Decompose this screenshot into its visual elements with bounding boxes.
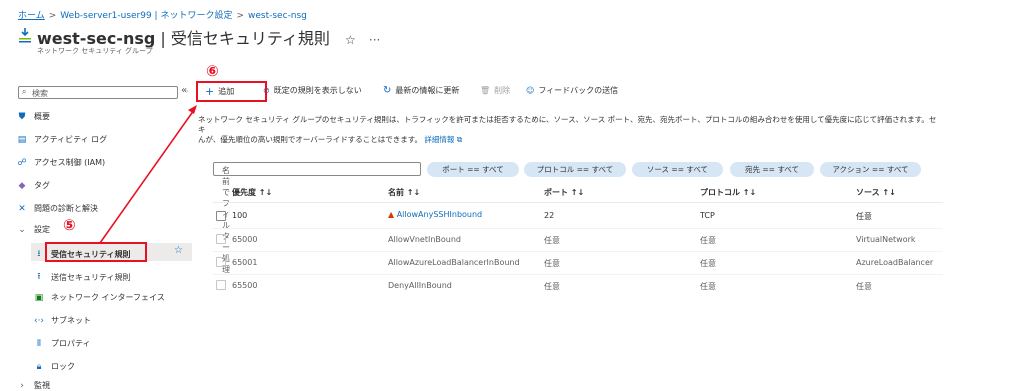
annotation-arrow	[99, 105, 197, 244]
